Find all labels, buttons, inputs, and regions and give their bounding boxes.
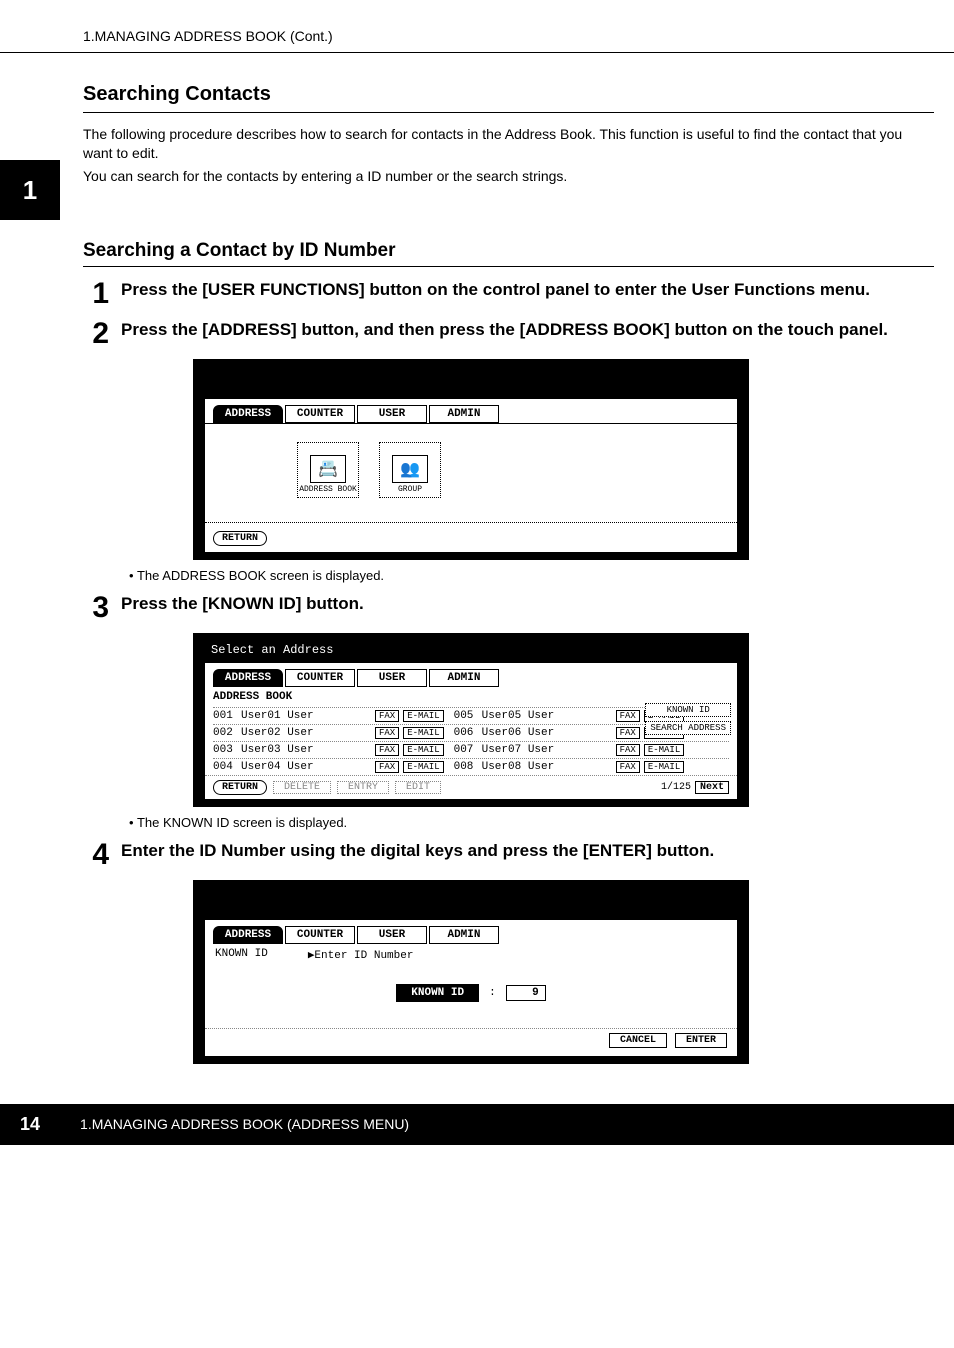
group-icon: 👥 [392, 455, 428, 483]
icon-label: ADDRESS BOOK [299, 485, 357, 494]
header-rule [0, 52, 954, 53]
section-paragraph: The following procedure describes how to… [83, 125, 934, 163]
step-text: Enter the ID Number using the digital ke… [121, 840, 934, 863]
row-name: User01 User [241, 710, 371, 722]
next-button[interactable]: Next [695, 781, 729, 794]
screen-title: KNOWN ID [215, 948, 268, 962]
tab-address[interactable]: ADDRESS [213, 669, 283, 687]
search-address-button[interactable]: SEARCH ADDRESS [645, 721, 731, 735]
step-note: The ADDRESS BOOK screen is displayed. [129, 568, 934, 583]
page-number: 14 [20, 1114, 40, 1135]
email-button[interactable]: E-MAIL [403, 710, 443, 722]
row-id: 001 [213, 710, 237, 722]
row-id: 006 [454, 727, 478, 739]
group-button[interactable]: 👥 GROUP [379, 442, 441, 498]
row-id: 002 [213, 727, 237, 739]
email-button[interactable]: E-MAIL [403, 744, 443, 756]
section-paragraph: You can search for the contacts by enter… [83, 167, 934, 186]
tab-address[interactable]: ADDRESS [213, 405, 283, 423]
address-book-button[interactable]: 📇 ADDRESS BOOK [297, 442, 359, 498]
fax-button[interactable]: FAX [375, 744, 399, 756]
prompt-text: ▶Enter ID Number [308, 948, 414, 962]
row-id: 003 [213, 744, 237, 756]
fax-button[interactable]: FAX [375, 710, 399, 722]
entry-button[interactable]: ENTRY [337, 781, 389, 794]
step-text: Press the [USER FUNCTIONS] button on the… [121, 279, 934, 302]
page-footer: 14 1.MANAGING ADDRESS BOOK (ADDRESS MENU… [0, 1104, 954, 1145]
row-id: 005 [454, 710, 478, 722]
step-text: Press the [KNOWN ID] button. [121, 593, 934, 616]
step: 2 Press the [ADDRESS] button, and then p… [83, 319, 934, 349]
step-number: 1 [83, 279, 109, 309]
delete-button[interactable]: DELETE [273, 781, 331, 794]
row-id: 007 [454, 744, 478, 756]
tab-address[interactable]: ADDRESS [213, 926, 283, 944]
step-text: Press the [ADDRESS] button, and then pre… [121, 319, 934, 342]
tab-admin[interactable]: ADMIN [429, 405, 499, 423]
tab-admin[interactable]: ADMIN [429, 926, 499, 944]
row-name: User08 User [482, 761, 612, 773]
edit-button[interactable]: EDIT [395, 781, 441, 794]
row-name: User03 User [241, 744, 371, 756]
touchpanel-screenshot: ADDRESS COUNTER USER ADMIN 📇 ADDRESS BOO… [193, 359, 749, 560]
return-button[interactable]: RETURN [213, 531, 267, 546]
tab-counter[interactable]: COUNTER [285, 405, 355, 423]
email-button[interactable]: E-MAIL [644, 744, 684, 756]
step: 4 Enter the ID Number using the digital … [83, 840, 934, 870]
touchpanel-screenshot: Select an Address ADDRESS COUNTER USER A… [193, 633, 749, 807]
page-breadcrumb: 1.MANAGING ADDRESS BOOK (Cont.) [0, 0, 954, 52]
touchpanel-screenshot: ADDRESS COUNTER USER ADMIN KNOWN ID ▶Ent… [193, 880, 749, 1064]
address-book-icon: 📇 [310, 455, 346, 483]
fax-button[interactable]: FAX [616, 744, 640, 756]
page-indicator: 1/125 [661, 782, 691, 793]
fax-button[interactable]: FAX [375, 727, 399, 739]
step-number: 2 [83, 319, 109, 349]
return-button[interactable]: RETURN [213, 780, 267, 795]
row-id: 004 [213, 761, 237, 773]
tab-user[interactable]: USER [357, 669, 427, 687]
step: 1 Press the [USER FUNCTIONS] button on t… [83, 279, 934, 309]
known-id-value[interactable]: 9 [506, 985, 546, 1001]
row-name: User04 User [241, 761, 371, 773]
cancel-button[interactable]: CANCEL [609, 1033, 667, 1048]
row-name: User07 User [482, 744, 612, 756]
email-button[interactable]: E-MAIL [644, 761, 684, 773]
email-button[interactable]: E-MAIL [403, 727, 443, 739]
known-id-label-button[interactable]: KNOWN ID [396, 984, 479, 1002]
row-name: User05 User [482, 710, 612, 722]
subsection-title: Searching a Contact by ID Number [83, 240, 934, 262]
subsection-rule [83, 266, 934, 267]
step-number: 4 [83, 840, 109, 870]
select-prompt: Select an Address [205, 643, 737, 657]
tab-user[interactable]: USER [357, 405, 427, 423]
fax-button[interactable]: FAX [616, 727, 640, 739]
step-note: The KNOWN ID screen is displayed. [129, 815, 934, 830]
row-name: User06 User [482, 727, 612, 739]
row-name: User02 User [241, 727, 371, 739]
tab-user[interactable]: USER [357, 926, 427, 944]
table-row: 004 User04 User FAX E-MAIL 008 User08 Us… [213, 758, 729, 775]
step: 3 Press the [KNOWN ID] button. [83, 593, 934, 623]
known-id-button[interactable]: KNOWN ID [645, 703, 731, 717]
icon-label: GROUP [398, 485, 422, 494]
fax-button[interactable]: FAX [375, 761, 399, 773]
step-number: 3 [83, 593, 109, 623]
tab-counter[interactable]: COUNTER [285, 669, 355, 687]
email-button[interactable]: E-MAIL [403, 761, 443, 773]
table-row: 003 User03 User FAX E-MAIL 007 User07 Us… [213, 741, 729, 758]
footer-text: 1.MANAGING ADDRESS BOOK (ADDRESS MENU) [80, 1116, 409, 1132]
row-id: 008 [454, 761, 478, 773]
tab-counter[interactable]: COUNTER [285, 926, 355, 944]
section-title: Searching Contacts [83, 83, 934, 106]
fax-button[interactable]: FAX [616, 710, 640, 722]
section-rule [83, 112, 934, 113]
colon: : [489, 987, 496, 999]
fax-button[interactable]: FAX [616, 761, 640, 773]
enter-button[interactable]: ENTER [675, 1033, 727, 1048]
tab-admin[interactable]: ADMIN [429, 669, 499, 687]
